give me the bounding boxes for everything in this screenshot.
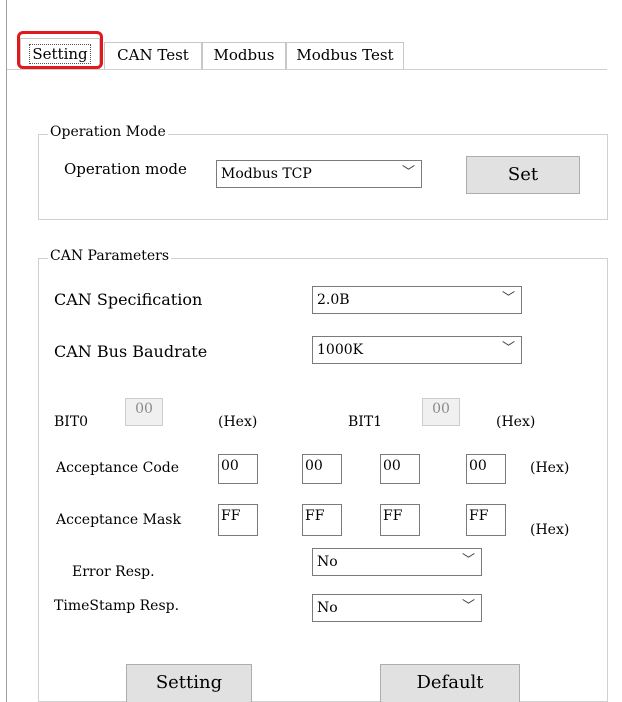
can-spec-label: CAN Specification xyxy=(54,290,203,309)
setting-button[interactable]: Setting xyxy=(126,664,252,702)
acceptance-code-label: Acceptance Code xyxy=(56,460,179,476)
acceptance-mask-byte-1[interactable]: FF xyxy=(218,504,258,536)
timestamp-resp-value: No xyxy=(317,600,338,616)
acceptance-mask-label: Acceptance Mask xyxy=(56,512,181,528)
tab-modbus-test-label: Modbus Test xyxy=(296,46,394,64)
tab-highlight-annotation xyxy=(17,31,103,69)
acceptance-code-unit: (Hex) xyxy=(530,460,570,476)
bit0-label: BIT0 xyxy=(54,414,89,430)
operation-mode-select[interactable]: Modbus TCP ﹀ xyxy=(216,160,422,188)
error-resp-label: Error Resp. xyxy=(72,564,155,580)
acceptance-mask-unit: (Hex) xyxy=(530,522,570,538)
chevron-down-icon: ﹀ xyxy=(501,291,515,306)
tab-modbus[interactable]: Modbus xyxy=(202,42,286,69)
timestamp-resp-label: TimeStamp Resp. xyxy=(54,598,180,614)
can-parameters-group-title: CAN Parameters xyxy=(48,248,172,264)
error-resp-value: No xyxy=(317,554,338,570)
error-resp-select[interactable]: No ﹀ xyxy=(312,548,482,576)
acceptance-mask-byte-3[interactable]: FF xyxy=(380,504,420,536)
timestamp-resp-select[interactable]: No ﹀ xyxy=(312,594,482,622)
acceptance-code-byte-4[interactable]: 00 xyxy=(466,454,506,484)
can-baud-value: 1000K xyxy=(317,342,364,358)
operation-mode-group-title: Operation Mode xyxy=(48,124,168,140)
bit1-field: 00 xyxy=(422,398,460,426)
default-button[interactable]: Default xyxy=(380,664,520,702)
can-baud-select[interactable]: 1000K ﹀ xyxy=(312,336,522,364)
acceptance-code-byte-1[interactable]: 00 xyxy=(218,454,258,484)
tab-can-test-label: CAN Test xyxy=(117,46,189,64)
tab-modbus-label: Modbus xyxy=(213,46,275,64)
bit0-field: 00 xyxy=(125,398,163,426)
can-spec-select[interactable]: 2.0B ﹀ xyxy=(312,286,522,314)
bit1-label: BIT1 xyxy=(348,414,383,430)
bit0-unit: (Hex) xyxy=(218,414,258,430)
acceptance-code-byte-2[interactable]: 00 xyxy=(302,454,342,484)
operation-mode-label: Operation mode xyxy=(64,160,187,178)
acceptance-code-byte-3[interactable]: 00 xyxy=(380,454,420,484)
bit1-unit: (Hex) xyxy=(496,414,536,430)
tab-strip-divider xyxy=(7,69,607,70)
chevron-down-icon: ﹀ xyxy=(401,165,415,180)
tab-modbus-test[interactable]: Modbus Test xyxy=(286,42,404,69)
chevron-down-icon: ﹀ xyxy=(461,599,475,614)
can-spec-value: 2.0B xyxy=(317,292,350,308)
acceptance-mask-byte-4[interactable]: FF xyxy=(466,504,506,536)
chevron-down-icon: ﹀ xyxy=(501,341,515,356)
can-baud-label: CAN Bus Baudrate xyxy=(54,342,208,361)
tab-can-test[interactable]: CAN Test xyxy=(104,42,202,69)
window-left-border xyxy=(6,0,7,702)
set-button[interactable]: Set xyxy=(466,156,580,194)
acceptance-mask-byte-2[interactable]: FF xyxy=(302,504,342,536)
chevron-down-icon: ﹀ xyxy=(461,553,475,568)
operation-mode-value: Modbus TCP xyxy=(221,166,312,182)
